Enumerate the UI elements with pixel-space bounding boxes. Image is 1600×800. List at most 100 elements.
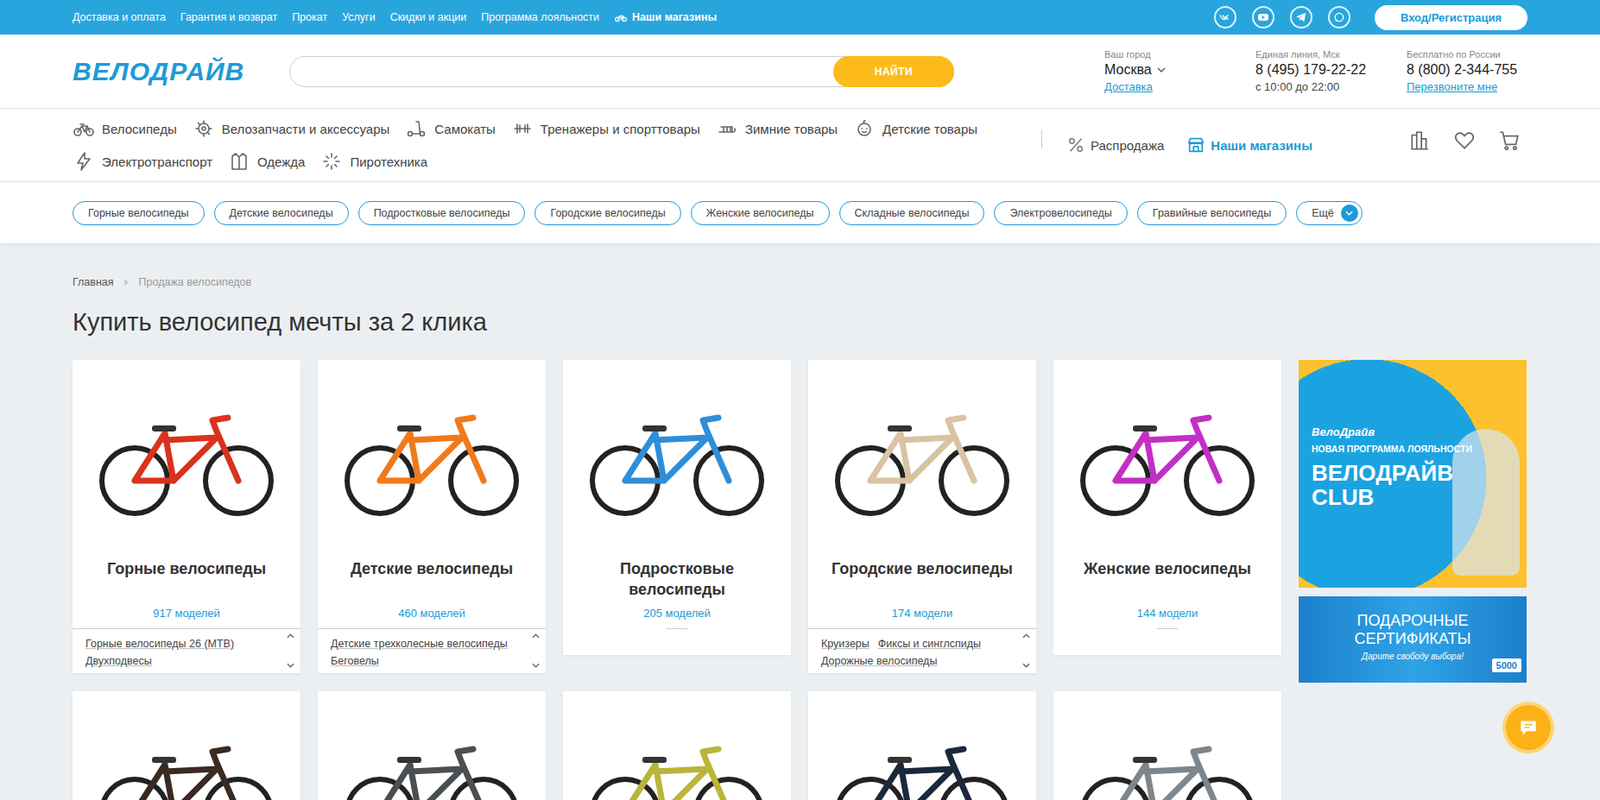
sublink-scroller[interactable] xyxy=(528,629,546,674)
category-icon xyxy=(227,151,251,172)
card-title[interactable]: Детские велосипеды xyxy=(317,558,546,601)
top-link[interactable]: Услуги xyxy=(341,11,375,24)
phone-number[interactable]: 8 (495) 179-22-22 xyxy=(1255,62,1407,78)
subcategory-chip[interactable]: Складные велосипеды xyxy=(839,201,986,226)
top-link[interactable]: Прокат xyxy=(291,11,328,24)
callback-link[interactable]: Перезвоните мне xyxy=(1406,80,1528,94)
sublink[interactable]: Двухподвесы xyxy=(85,654,152,670)
category-item[interactable]: Пиротехника xyxy=(320,151,428,172)
category-item[interactable]: Тренажеры и спорттовары xyxy=(511,118,701,140)
sublink[interactable]: Детские трехколесные велосипеды xyxy=(330,637,508,652)
card-title[interactable]: Подростковые велосипеды xyxy=(562,558,791,601)
phone-label: Бесплатно по России xyxy=(1406,49,1528,60)
scroll-up-icon[interactable] xyxy=(531,633,540,639)
messenger-link[interactable] xyxy=(1328,6,1351,29)
more-chip[interactable]: Ещё xyxy=(1296,201,1363,226)
category-item[interactable]: Зимние товары xyxy=(715,118,838,140)
compare-icon[interactable] xyxy=(1408,129,1431,152)
card-count: 917 моделей xyxy=(72,605,301,623)
category-card[interactable] xyxy=(562,691,791,800)
sublink[interactable]: Беговелы xyxy=(330,654,380,670)
delivery-link[interactable]: Доставка xyxy=(1104,80,1256,94)
subcategory-chip[interactable]: Детские велосипеды xyxy=(214,201,349,226)
card-image xyxy=(1053,691,1282,800)
scroll-down-icon[interactable] xyxy=(286,663,295,669)
card-title[interactable]: Женские велосипеды xyxy=(1053,558,1282,601)
card-image xyxy=(72,691,301,800)
subcategory-chip[interactable]: Женские велосипеды xyxy=(690,201,830,226)
card-title[interactable]: Горные велосипеды xyxy=(72,558,301,601)
category-item[interactable]: Велосипеды xyxy=(72,118,178,140)
telegram-icon xyxy=(1294,10,1309,25)
bike-frame xyxy=(870,749,974,800)
stores-link[interactable]: Наши магазины xyxy=(613,11,717,24)
sublink[interactable]: Дорожные велосипеды xyxy=(821,654,937,670)
category-item[interactable]: Самокаты xyxy=(404,118,496,140)
gift-banner[interactable]: ПОДАРОЧНЫЕ СЕРТИФИКАТЫ Дарите свободу вы… xyxy=(1298,596,1527,684)
scroll-up-icon[interactable] xyxy=(1022,633,1031,639)
top-links: Доставка и оплата Гарантия и возврат Прока… xyxy=(72,11,717,24)
sublink[interactable]: Горные велосипеды 26 (MTB) xyxy=(85,637,234,652)
login-button[interactable]: Вход/Регистрация xyxy=(1374,5,1528,31)
search-input[interactable] xyxy=(290,56,834,87)
scroll-down-icon[interactable] xyxy=(1022,663,1031,669)
top-link[interactable]: Доставка и оплата xyxy=(72,11,166,24)
bike-frame xyxy=(1115,417,1220,481)
category-card[interactable]: Горные велосипеды 917 моделей Горные вел… xyxy=(72,360,301,674)
bike-frame xyxy=(870,417,974,481)
youtube-link[interactable] xyxy=(1252,6,1275,29)
subcategory-chip[interactable]: Подростковые велосипеды xyxy=(358,201,526,226)
category-item[interactable]: Одежда xyxy=(227,151,305,172)
card-image xyxy=(72,360,301,559)
scroll-up-icon[interactable] xyxy=(286,633,295,639)
category-card[interactable]: Подростковые велосипеды 205 моделей xyxy=(562,360,791,656)
search-button[interactable]: НАЙТИ xyxy=(833,56,955,88)
scroll-down-icon[interactable] xyxy=(531,663,540,669)
breadcrumb-item[interactable]: Главная xyxy=(72,274,114,291)
category-card[interactable]: Городские велосипеды 174 модели Круизеры… xyxy=(808,360,1037,674)
sublink-scroller[interactable] xyxy=(283,629,301,674)
category-label: Одежда xyxy=(257,154,305,170)
subcategory-chip[interactable]: Горные велосипеды xyxy=(72,201,205,226)
card-title[interactable]: Городские велосипеды xyxy=(808,558,1037,601)
phone-number[interactable]: 8 (800) 2-344-755 xyxy=(1406,62,1528,78)
category-icon xyxy=(715,118,739,140)
nav-extra[interactable]: Распродажа xyxy=(1066,135,1164,155)
nav-extra[interactable]: Наши магазины xyxy=(1186,135,1313,155)
telegram-link[interactable] xyxy=(1290,6,1313,29)
subcategory-bar: Горные велосипеды Детские велосипеды Подро… xyxy=(0,182,1600,244)
category-nav-inner: Велосипеды Велозапчасти и аксессуары Сам… xyxy=(72,108,1528,182)
subcategory-chip[interactable]: Городские велосипеды xyxy=(534,201,681,226)
city-select[interactable]: Москва xyxy=(1104,62,1256,78)
bike-saddle xyxy=(642,757,667,764)
category-card[interactable]: Женские велосипеды 144 модели xyxy=(1053,360,1282,656)
top-link[interactable]: Программа лояльности xyxy=(480,11,600,24)
category-item[interactable]: Велозапчасти и аксессуары xyxy=(192,118,391,140)
top-link[interactable]: Скидки и акции xyxy=(390,11,468,24)
vk-icon xyxy=(1218,10,1233,25)
vk-link[interactable] xyxy=(1214,6,1237,29)
bike-frame xyxy=(1115,749,1220,800)
sublink-scroller[interactable] xyxy=(1018,629,1037,674)
loyalty-banner[interactable]: ВелоДрайв НОВАЯ ПРОГРАММА ЛОЯЛЬНОСТИ ВЕЛ… xyxy=(1298,360,1527,589)
category-card[interactable] xyxy=(808,691,1037,800)
logo[interactable]: ВЕЛОДРАЙВ xyxy=(72,56,272,87)
bike-frame xyxy=(379,417,484,481)
subcategory-chip[interactable]: Электровелосипеды xyxy=(993,201,1127,226)
top-link[interactable]: Гарантия и возврат xyxy=(180,11,278,24)
heart-icon[interactable] xyxy=(1453,129,1476,152)
subcategory-chips: Горные велосипеды Детские велосипеды Подро… xyxy=(72,182,1528,244)
category-item[interactable]: Детские товары xyxy=(853,118,978,140)
card-count: 460 моделей xyxy=(317,605,546,623)
bike-frame xyxy=(134,417,239,481)
cart-icon[interactable] xyxy=(1498,129,1521,152)
category-card[interactable] xyxy=(317,691,546,800)
subcategory-chip[interactable]: Гравийные велосипеды xyxy=(1137,201,1287,226)
sublink[interactable]: Фиксы и синглспиды xyxy=(878,637,981,652)
chat-button[interactable] xyxy=(1502,701,1555,754)
category-card[interactable] xyxy=(1053,691,1282,800)
category-card[interactable]: Детские велосипеды 460 моделей Детские т… xyxy=(317,360,546,674)
category-item[interactable]: Электротранспорт xyxy=(72,151,213,172)
sublink[interactable]: Круизеры xyxy=(821,637,870,652)
category-card[interactable] xyxy=(72,691,301,800)
